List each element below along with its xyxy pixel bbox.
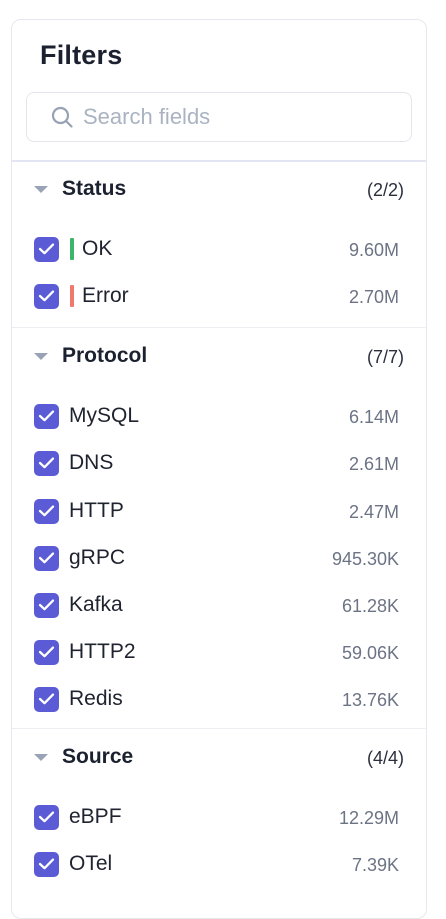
filters-panel: Filters Status (2/2) OK 9.60M Error 2.70… <box>11 19 427 919</box>
filter-count: 945.30K <box>331 549 399 569</box>
filter-row-ok[interactable]: OK 9.60M <box>12 229 426 269</box>
filter-row-otel[interactable]: OTel 7.39K <box>12 844 426 884</box>
filter-count: 7.39K <box>351 855 399 875</box>
filter-count: 9.60M <box>348 240 399 260</box>
section-status: Status (2/2) OK 9.60M Error 2.70M <box>12 162 426 309</box>
section-title: Status <box>62 177 127 200</box>
section-header-source[interactable]: Source (4/4) <box>12 730 426 786</box>
checkbox-checked-icon[interactable] <box>34 593 59 618</box>
filter-row-http2[interactable]: HTTP2 59.06K <box>12 632 426 672</box>
status-color-indicator <box>70 238 74 260</box>
filter-label: HTTP2 <box>69 640 136 663</box>
section-title: Protocol <box>62 344 148 367</box>
filter-row-error[interactable]: Error 2.70M <box>12 276 426 316</box>
filter-count: 59.06K <box>341 643 399 663</box>
filter-count: 12.29M <box>338 808 399 828</box>
checkbox-checked-icon[interactable] <box>34 237 59 262</box>
caret-down-icon <box>34 186 48 193</box>
filter-row-grpc[interactable]: gRPC 945.30K <box>12 538 426 578</box>
search-input[interactable] <box>83 104 383 130</box>
filter-label: OK <box>82 237 113 260</box>
filter-row-dns[interactable]: DNS 2.61M <box>12 443 426 483</box>
filter-label: Kafka <box>69 593 123 616</box>
filter-row-http[interactable]: HTTP 2.47M <box>12 491 426 531</box>
divider <box>12 728 426 729</box>
filter-row-redis[interactable]: Redis 13.76K <box>12 679 426 719</box>
search-icon <box>51 106 73 128</box>
caret-down-icon <box>34 754 48 761</box>
filter-count: 61.28K <box>341 596 399 616</box>
caret-down-icon <box>34 353 48 360</box>
checkbox-checked-icon[interactable] <box>34 687 59 712</box>
section-header-protocol[interactable]: Protocol (7/7) <box>12 329 426 385</box>
filter-label: HTTP <box>69 499 124 522</box>
filter-label: DNS <box>69 451 114 474</box>
section-count: (7/7) <box>366 347 404 367</box>
filter-count: 2.70M <box>348 287 399 307</box>
filter-label: gRPC <box>69 546 126 569</box>
filter-label: eBPF <box>69 805 122 828</box>
checkbox-checked-icon[interactable] <box>34 499 59 524</box>
checkbox-checked-icon[interactable] <box>34 404 59 429</box>
section-source: Source (4/4) eBPF 12.29M OTel 7.39K <box>12 730 426 877</box>
filter-count: 6.14M <box>348 407 399 427</box>
checkbox-checked-icon[interactable] <box>34 852 59 877</box>
section-count: (4/4) <box>366 748 404 768</box>
filter-label: MySQL <box>69 404 140 427</box>
checkbox-checked-icon[interactable] <box>34 640 59 665</box>
checkbox-checked-icon[interactable] <box>34 451 59 476</box>
search-box[interactable] <box>26 92 412 142</box>
filter-count: 13.76K <box>341 690 399 710</box>
filter-label: Redis <box>69 687 123 710</box>
filter-count: 2.61M <box>348 454 399 474</box>
section-protocol: Protocol (7/7) MySQL 6.14M DNS 2.61M HTT… <box>12 329 426 712</box>
section-count: (2/2) <box>366 180 404 200</box>
checkbox-checked-icon[interactable] <box>34 805 59 830</box>
filter-count: 2.47M <box>348 502 399 522</box>
panel-title: Filters <box>40 40 123 70</box>
status-color-indicator <box>70 285 74 307</box>
checkbox-checked-icon[interactable] <box>34 284 59 309</box>
filter-row-kafka[interactable]: Kafka 61.28K <box>12 585 426 625</box>
section-title: Source <box>62 745 134 768</box>
filter-label: OTel <box>69 852 113 875</box>
section-header-status[interactable]: Status (2/2) <box>12 162 426 218</box>
divider <box>12 327 426 328</box>
filter-row-mysql[interactable]: MySQL 6.14M <box>12 396 426 436</box>
filter-label: Error <box>82 284 129 307</box>
filter-row-ebpf[interactable]: eBPF 12.29M <box>12 797 426 837</box>
checkbox-checked-icon[interactable] <box>34 546 59 571</box>
